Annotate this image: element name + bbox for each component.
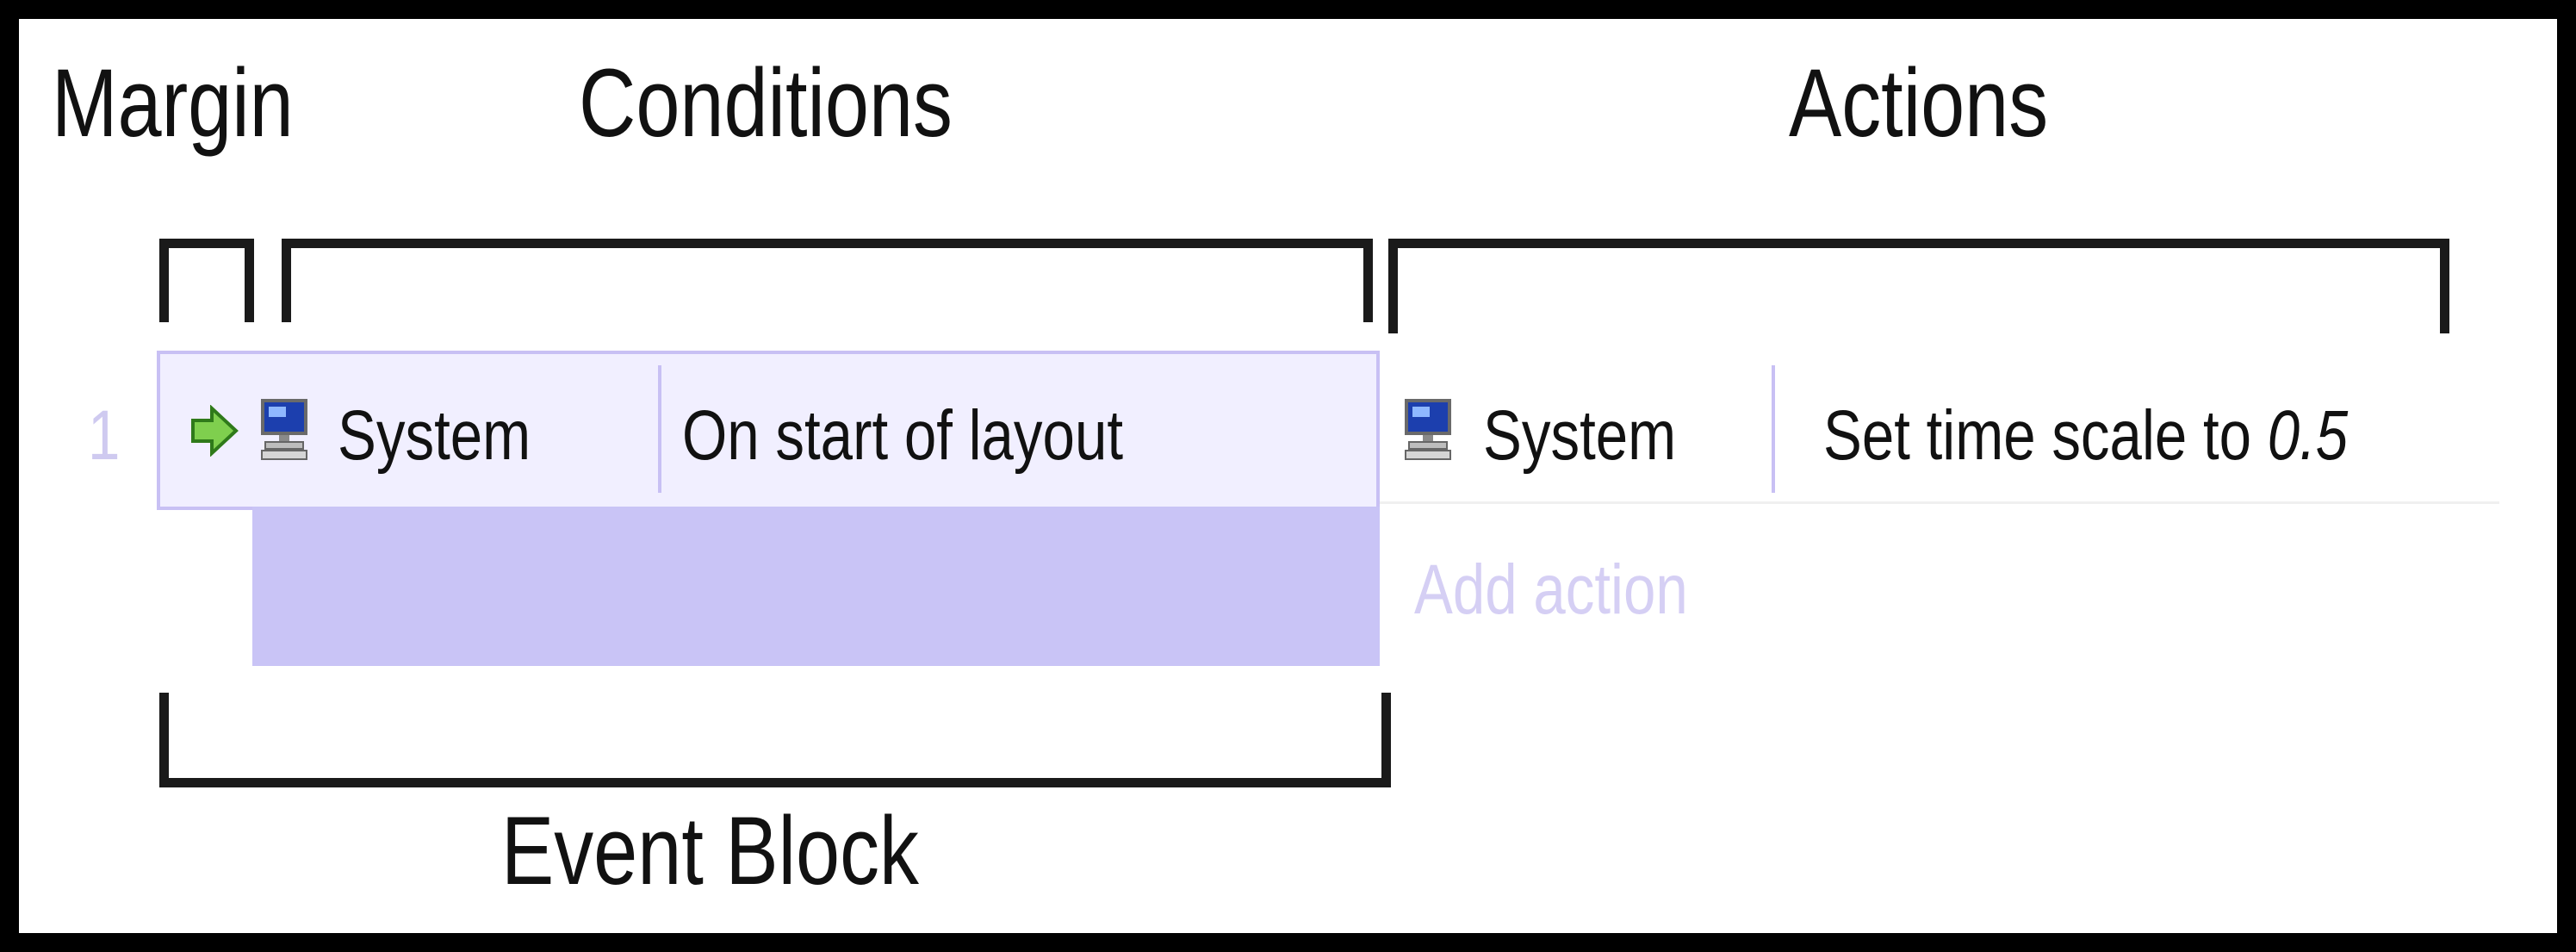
action-value[interactable]: 0.5 [2268, 396, 2348, 475]
margin-label: Margin [52, 49, 294, 157]
action-object[interactable]: System [1483, 401, 1676, 471]
computer-monitor-icon [1405, 399, 1451, 460]
action-row-divider [1380, 501, 2499, 504]
action-text-prefix: Set time scale to [1823, 396, 2268, 475]
conditions-label: Conditions [579, 49, 953, 157]
event-number: 1 [88, 396, 121, 475]
event-block-bracket [159, 693, 1391, 787]
add-action-link[interactable]: Add action [1414, 555, 1688, 625]
computer-monitor-icon [261, 399, 307, 460]
action-text[interactable]: Set time scale to 0.5 [1823, 401, 2348, 471]
condition-text[interactable]: On start of layout [682, 401, 1123, 471]
actions-bracket [1388, 239, 2449, 333]
condition-object[interactable]: System [338, 401, 531, 471]
green-arrow-icon [191, 405, 239, 457]
event-sheet-diagram: Margin Conditions Actions 1 System On st… [19, 19, 2557, 933]
margin-bracket [159, 239, 254, 322]
event-block-label: Event Block [501, 797, 919, 905]
conditions-bracket [282, 239, 1373, 322]
event-block-area[interactable] [252, 507, 1380, 666]
action-separator [1772, 365, 1775, 493]
actions-label: Actions [1789, 49, 2049, 157]
condition-separator [658, 365, 661, 493]
